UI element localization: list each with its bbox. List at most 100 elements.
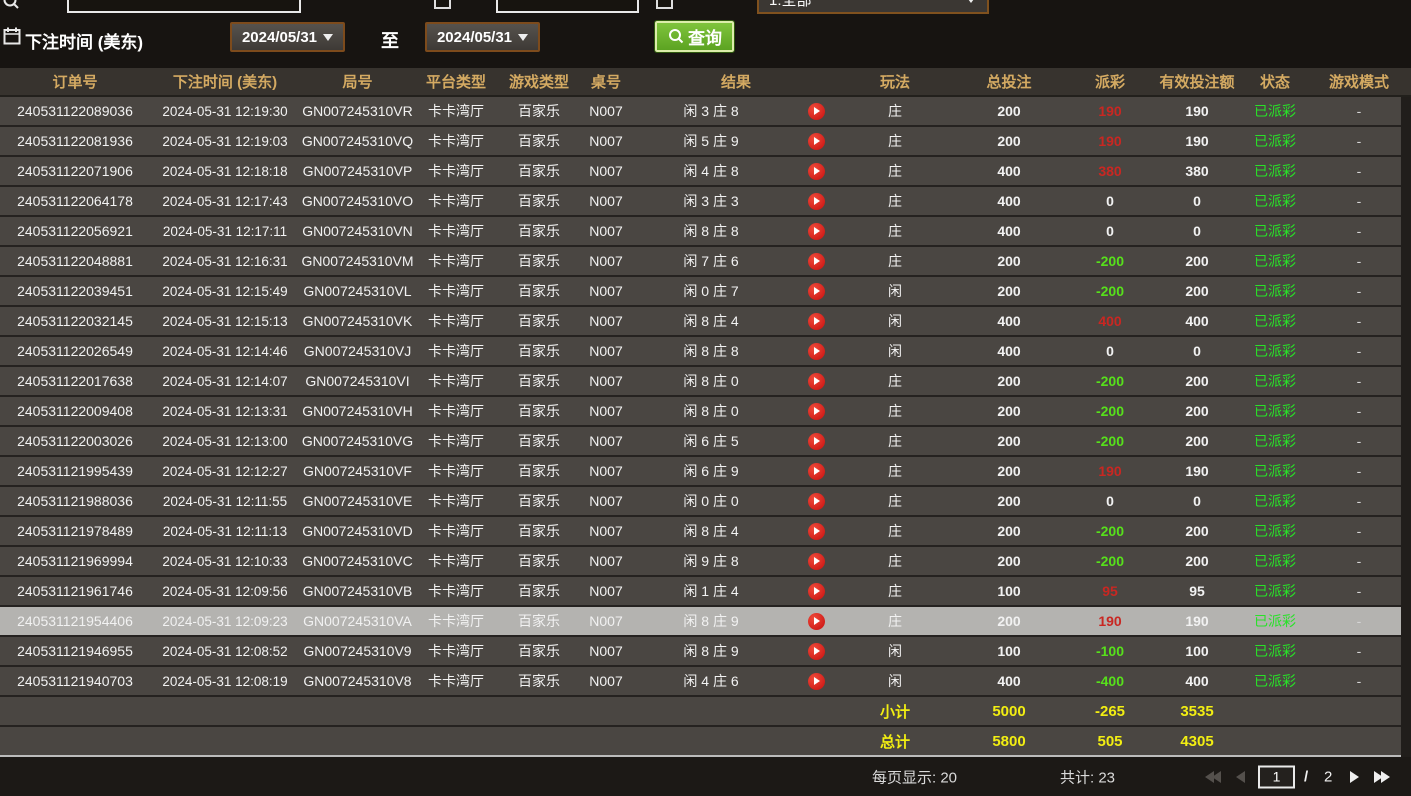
bet-records-table: 订单号下注时间 (美东)局号平台类型游戏类型桌号结果玩法总投注派彩有效投注额状态… xyxy=(0,68,1411,757)
cell-platform: 卡卡湾厅 xyxy=(415,611,497,631)
play-video-icon[interactable] xyxy=(791,403,841,420)
play-video-icon[interactable] xyxy=(791,103,841,120)
cell-valid-bet: 100 xyxy=(1151,643,1243,659)
filter-input-1[interactable] xyxy=(67,0,301,13)
cell-valid-bet: 200 xyxy=(1151,433,1243,449)
filter-input-2[interactable] xyxy=(496,0,639,13)
cell-table-no: N007 xyxy=(581,163,631,179)
page-number-input[interactable] xyxy=(1258,765,1295,788)
column-header[interactable]: 结果 xyxy=(631,71,841,92)
column-header[interactable]: 订单号 xyxy=(0,71,150,92)
table-row[interactable]: 240531122089036 2024-05-31 12:19:30 GN00… xyxy=(0,97,1411,127)
play-video-icon[interactable] xyxy=(791,613,841,630)
play-video-icon[interactable] xyxy=(791,193,841,210)
play-video-icon[interactable] xyxy=(791,643,841,660)
cell-game-mode: - xyxy=(1307,163,1411,179)
checkbox-icon[interactable] xyxy=(434,0,451,9)
last-page-button[interactable] xyxy=(1374,771,1390,783)
play-video-icon[interactable] xyxy=(791,493,841,510)
table-row[interactable]: 240531122056921 2024-05-31 12:17:11 GN00… xyxy=(0,217,1411,247)
cell-round-id: GN007245310VL xyxy=(300,283,415,299)
column-header[interactable]: 游戏模式 xyxy=(1307,71,1411,92)
play-video-icon[interactable] xyxy=(791,253,841,270)
table-row[interactable]: 240531121946955 2024-05-31 12:08:52 GN00… xyxy=(0,637,1411,667)
cell-round-id: GN007245310VR xyxy=(300,103,415,119)
table-row[interactable]: 240531122064178 2024-05-31 12:17:43 GN00… xyxy=(0,187,1411,217)
column-header[interactable]: 派彩 xyxy=(1069,71,1151,92)
table-row[interactable]: 240531121978489 2024-05-31 12:11:13 GN00… xyxy=(0,517,1411,547)
play-video-icon[interactable] xyxy=(791,583,841,600)
cell-valid-bet: 200 xyxy=(1151,553,1243,569)
cell-platform: 卡卡湾厅 xyxy=(415,521,497,541)
cell-status: 已派彩 xyxy=(1243,131,1307,151)
play-video-icon[interactable] xyxy=(791,223,841,240)
cell-round-id: GN007245310VG xyxy=(300,433,415,449)
column-header[interactable]: 桌号 xyxy=(581,71,631,92)
play-video-icon[interactable] xyxy=(791,553,841,570)
cell-status: 已派彩 xyxy=(1243,611,1307,631)
column-header[interactable]: 游戏类型 xyxy=(497,71,581,92)
cell-valid-bet: 95 xyxy=(1151,583,1243,599)
play-video-icon[interactable] xyxy=(791,163,841,180)
table-row[interactable]: 240531122039451 2024-05-31 12:15:49 GN00… xyxy=(0,277,1411,307)
cell-bet-time: 2024-05-31 12:14:46 xyxy=(150,344,300,359)
cell-order-id: 240531122017638 xyxy=(0,373,150,389)
vertical-scrollbar[interactable] xyxy=(1401,97,1411,757)
cell-result: 闲 8 庄 8 xyxy=(631,221,791,241)
filter-dropdown[interactable]: 1:全部 xyxy=(757,0,989,14)
play-video-icon[interactable] xyxy=(791,433,841,450)
table-row[interactable]: 240531121988036 2024-05-31 12:11:55 GN00… xyxy=(0,487,1411,517)
table-row[interactable]: 240531121961746 2024-05-31 12:09:56 GN00… xyxy=(0,577,1411,607)
checkbox-icon[interactable] xyxy=(656,0,673,9)
play-video-icon[interactable] xyxy=(791,523,841,540)
column-header[interactable]: 有效投注额 xyxy=(1151,71,1243,92)
table-row[interactable]: 240531121969994 2024-05-31 12:10:33 GN00… xyxy=(0,547,1411,577)
cell-round-id: GN007245310VP xyxy=(300,163,415,179)
table-row[interactable]: 240531121954406 2024-05-31 12:09:23 GN00… xyxy=(0,607,1411,637)
play-video-icon[interactable] xyxy=(791,373,841,390)
cell-table-no: N007 xyxy=(581,133,631,149)
cell-total-bet: 200 xyxy=(949,463,1069,479)
play-video-icon[interactable] xyxy=(791,133,841,150)
play-video-icon[interactable] xyxy=(791,343,841,360)
cell-payout: -400 xyxy=(1069,673,1151,689)
table-row[interactable]: 240531122009408 2024-05-31 12:13:31 GN00… xyxy=(0,397,1411,427)
table-row[interactable]: 240531121940703 2024-05-31 12:08:19 GN00… xyxy=(0,667,1411,697)
bet-time-label: 下注时间 (美东) xyxy=(25,28,143,53)
column-header[interactable]: 状态 xyxy=(1243,71,1307,92)
first-page-button[interactable] xyxy=(1205,771,1221,783)
grand-total-total-bet: 5800 xyxy=(949,733,1069,750)
table-row[interactable]: 240531121995439 2024-05-31 12:12:27 GN00… xyxy=(0,457,1411,487)
cell-game-mode: - xyxy=(1307,103,1411,119)
cell-total-bet: 100 xyxy=(949,643,1069,659)
table-row[interactable]: 240531122071906 2024-05-31 12:18:18 GN00… xyxy=(0,157,1411,187)
cell-total-bet: 200 xyxy=(949,373,1069,389)
cell-bet-time: 2024-05-31 12:19:30 xyxy=(150,104,300,119)
column-header[interactable]: 总投注 xyxy=(949,71,1069,92)
table-row[interactable]: 240531122081936 2024-05-31 12:19:03 GN00… xyxy=(0,127,1411,157)
query-button[interactable]: 查询 xyxy=(655,21,734,52)
column-header[interactable]: 玩法 xyxy=(841,71,949,92)
column-header[interactable]: 局号 xyxy=(300,71,415,92)
table-row[interactable]: 240531122032145 2024-05-31 12:15:13 GN00… xyxy=(0,307,1411,337)
cell-play-type: 庄 xyxy=(841,401,949,421)
cell-valid-bet: 200 xyxy=(1151,283,1243,299)
cell-platform: 卡卡湾厅 xyxy=(415,131,497,151)
cell-total-bet: 200 xyxy=(949,433,1069,449)
table-row[interactable]: 240531122003026 2024-05-31 12:13:00 GN00… xyxy=(0,427,1411,457)
table-row[interactable]: 240531122026549 2024-05-31 12:14:46 GN00… xyxy=(0,337,1411,367)
play-video-icon[interactable] xyxy=(791,463,841,480)
date-from-select[interactable]: 2024/05/31 xyxy=(230,22,345,52)
previous-page-button[interactable] xyxy=(1236,771,1245,783)
play-video-icon[interactable] xyxy=(791,283,841,300)
next-page-button[interactable] xyxy=(1350,771,1359,783)
date-to-select[interactable]: 2024/05/31 xyxy=(425,22,540,52)
column-header[interactable]: 平台类型 xyxy=(415,71,497,92)
table-row[interactable]: 240531122048881 2024-05-31 12:16:31 GN00… xyxy=(0,247,1411,277)
cell-status: 已派彩 xyxy=(1243,101,1307,121)
play-video-icon[interactable] xyxy=(791,313,841,330)
column-header[interactable]: 下注时间 (美东) xyxy=(150,71,300,92)
play-video-icon[interactable] xyxy=(791,673,841,690)
table-row[interactable]: 240531122017638 2024-05-31 12:14:07 GN00… xyxy=(0,367,1411,397)
date-filter-row: 下注时间 (美东) 2024/05/31 至 2024/05/31 查询 xyxy=(0,15,1411,68)
